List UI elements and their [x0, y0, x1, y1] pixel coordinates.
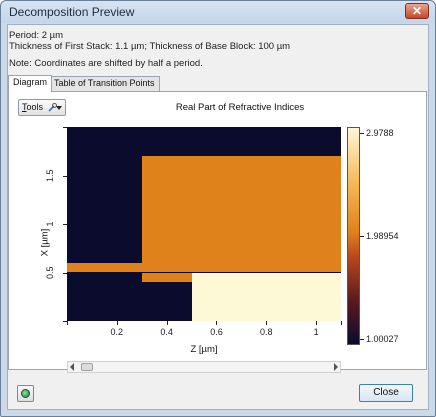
chevron-down-icon [56, 106, 62, 110]
x-tick-label: 0.4 [160, 327, 173, 337]
tab-diagram-label: Diagram [13, 77, 48, 87]
tab-table-of-transition-points[interactable]: Table of Transition Points [49, 76, 160, 91]
x-tick [266, 321, 268, 325]
horizontal-scrollbar[interactable] [67, 361, 341, 373]
y-tick-edge [63, 127, 67, 128]
green-globe-icon [21, 389, 30, 398]
thickness-text: Thickness of First Stack: 1.1 µm; Thickn… [9, 41, 291, 52]
note-text: Note: Coordinates are shifted by half a … [9, 58, 203, 69]
tab-transition-label: Table of Transition Points [54, 78, 155, 88]
y-tick-edge [63, 321, 67, 322]
tools-label-rest: ools [26, 102, 44, 112]
chart-title: Real Part of Refractive Indices [175, 102, 305, 113]
heatmap-region-4 [191, 272, 341, 321]
x-tick-edge [67, 321, 68, 325]
colorbar [347, 127, 360, 345]
scroll-right-arrow-icon[interactable] [334, 363, 338, 371]
colorbar-tick-mid [360, 236, 364, 237]
refresh-button[interactable] [17, 385, 34, 402]
x-tick [116, 321, 118, 325]
colorbar-tick-max [360, 133, 364, 134]
scroll-left-arrow-icon[interactable] [70, 363, 74, 371]
x-tick [216, 321, 218, 325]
heatmap-plot-area[interactable] [67, 127, 341, 321]
x-tick-label: 0.6 [210, 327, 223, 337]
period-text: Period: 2 µm [9, 30, 64, 41]
x-tick-label: 1 [313, 327, 319, 337]
x-axis-label: Z [µm] [190, 344, 218, 355]
close-button[interactable]: Close [359, 384, 413, 402]
tab-diagram[interactable]: Diagram [8, 75, 53, 92]
heatmap-region-2 [67, 262, 142, 273]
window-close-button[interactable]: ✕ [405, 3, 429, 19]
colorbar-label-min: 1.00027 [366, 334, 399, 344]
y-tick-label: 0.5 [45, 265, 55, 279]
x-tick-edge [341, 321, 342, 325]
x-tick [166, 321, 168, 325]
x-tick-label: 0.2 [110, 327, 124, 337]
scroll-thumb[interactable] [81, 363, 93, 371]
window-title: Decomposition Preview [9, 5, 135, 19]
heatmap-region-3 [141, 272, 192, 283]
colorbar-tick-min [360, 339, 364, 340]
tools-dropdown-button[interactable]: Tools [18, 99, 66, 116]
colorbar-label-mid: 1.98954 [366, 231, 399, 241]
x-tick-label: 0.8 [260, 327, 273, 337]
y-tick-label: 1.5 [45, 168, 55, 182]
heatmap-region-1 [141, 156, 341, 273]
y-axis-label: X [µm] [39, 228, 51, 257]
title-bar[interactable]: Decomposition Preview ✕ [1, 1, 435, 23]
colorbar-label-max: 2.9788 [366, 128, 394, 138]
x-tick [316, 321, 318, 325]
